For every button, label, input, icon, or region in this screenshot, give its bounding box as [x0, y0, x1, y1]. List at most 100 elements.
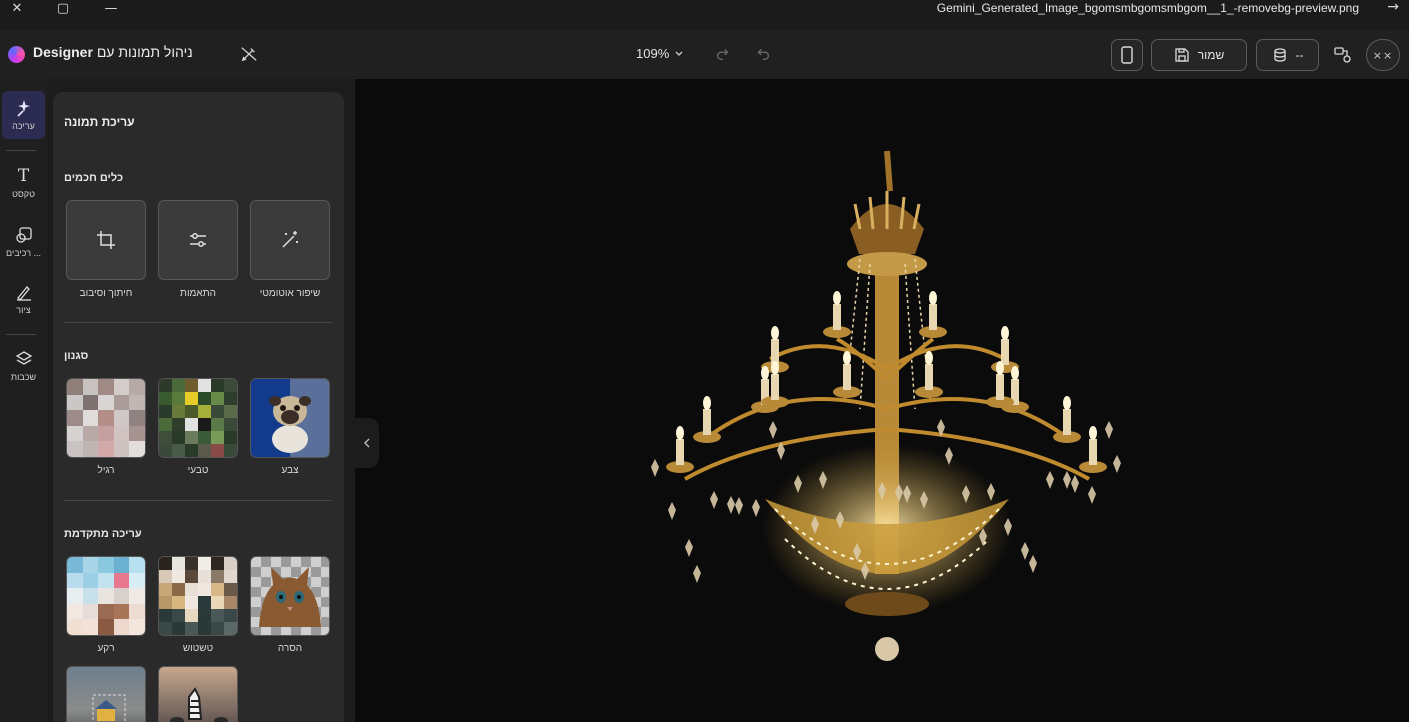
- auto-enhance-button[interactable]: [250, 200, 330, 280]
- filter-label: צבע: [281, 465, 299, 476]
- coins-icon: [1273, 48, 1286, 62]
- effect-label: הסרה: [277, 643, 303, 654]
- crystal-drop: [1071, 475, 1079, 493]
- device-preview-button[interactable]: [1111, 39, 1143, 71]
- elements-icon: [15, 227, 32, 243]
- undo-icon[interactable]: [754, 45, 772, 63]
- candle: [833, 304, 841, 330]
- maximize-icon[interactable]: ▢: [46, 0, 80, 16]
- candle-flame: [703, 396, 711, 410]
- candle: [843, 364, 851, 390]
- title-bar: ✕ ▢ — Gemini_Generated_Image_bgomsmbgoms…: [0, 0, 1409, 30]
- sparkle-wand-icon: [16, 100, 30, 117]
- minimize-icon[interactable]: —: [94, 0, 128, 16]
- candle: [771, 374, 779, 400]
- arrow-right-icon[interactable]: →: [1387, 0, 1399, 14]
- filter-thumbnail[interactable]: [66, 378, 146, 458]
- crystal-drop: [651, 459, 659, 477]
- section-title-filters: סגנון: [64, 350, 89, 362]
- rail-item-text[interactable]: T טקסט: [2, 159, 45, 207]
- chandelier-image: [651, 150, 1121, 661]
- magic-wand-icon: [282, 231, 298, 248]
- rail-item-label: שכבות: [10, 372, 37, 382]
- app-header: Designer ניהול תמונות עם 109% שמור -- ××: [0, 30, 1409, 79]
- crystal-drop: [668, 502, 676, 520]
- filter-thumbnail[interactable]: [250, 378, 330, 458]
- effect-preview-blur: [158, 556, 238, 636]
- candle-flame: [843, 351, 851, 365]
- close-icon[interactable]: ✕: [0, 0, 34, 16]
- rail-divider: [6, 150, 36, 151]
- phone-icon: [1121, 46, 1133, 64]
- crystal-drop: [752, 499, 760, 517]
- panel-title: עריכת תמונה: [64, 115, 135, 129]
- effect-thumbnail[interactable]: [158, 666, 238, 722]
- layout-icon[interactable]: [1333, 45, 1353, 65]
- credits-label: --: [1295, 48, 1304, 62]
- crop-icon: [97, 231, 115, 249]
- brand-bold: Designer: [33, 44, 93, 60]
- candle: [1089, 439, 1097, 465]
- rail-item-layers[interactable]: שכבות: [2, 342, 45, 390]
- candle-flame: [676, 426, 684, 440]
- rail-item-elements[interactable]: רכיבים ...: [2, 218, 45, 266]
- crystal-drop: [727, 496, 735, 514]
- effect-thumbnail[interactable]: [66, 556, 146, 636]
- rail-item-edit[interactable]: עריכה: [2, 91, 45, 139]
- filter-preview-normal: [66, 378, 146, 458]
- effect-label: רקע: [97, 643, 115, 654]
- brush-off-icon[interactable]: [240, 45, 258, 63]
- close-panel-button[interactable]: ××: [1366, 39, 1400, 71]
- crop-rotate-button[interactable]: [66, 200, 146, 280]
- tool-label: שיפור אוטומטי: [259, 288, 321, 299]
- candle-flame: [1011, 366, 1019, 380]
- credits-button[interactable]: --: [1256, 39, 1319, 71]
- designer-logo-icon: [8, 46, 25, 63]
- candle: [676, 439, 684, 465]
- draw-icon: [16, 286, 31, 301]
- candle-flame: [996, 361, 1004, 375]
- save-button[interactable]: שמור: [1151, 39, 1247, 71]
- crystal-drop: [1046, 471, 1054, 489]
- crystal-drop: [1105, 421, 1113, 439]
- candle-flame: [1063, 396, 1071, 410]
- sliders-icon: [190, 233, 206, 247]
- candle: [996, 374, 1004, 400]
- pug-image: [269, 396, 311, 453]
- crystal-drop: [1029, 555, 1037, 573]
- rail-item-draw[interactable]: ציור: [2, 275, 45, 323]
- filter-label: רגיל: [97, 465, 115, 476]
- candle-flame: [761, 366, 769, 380]
- app-brand: Designer ניהול תמונות עם: [33, 44, 193, 60]
- tool-label: התאמות: [180, 288, 216, 299]
- candle-flame: [1001, 326, 1009, 340]
- cat-image: [259, 567, 321, 627]
- filter-preview-natural: [158, 378, 238, 458]
- candle: [703, 409, 711, 435]
- effect-thumbnail[interactable]: [66, 666, 146, 722]
- filter-thumbnail[interactable]: [158, 378, 238, 458]
- image-canvas[interactable]: [355, 79, 1409, 722]
- rail-item-label: עריכה: [12, 121, 35, 131]
- left-rail: עריכה T טקסט רכיבים ... ציור שכבות: [0, 79, 47, 722]
- redo-icon[interactable]: [714, 45, 732, 63]
- tool-label: חיתוך וסיבוב: [79, 288, 133, 299]
- rail-divider: [6, 334, 36, 335]
- crystal-drop: [1113, 455, 1121, 473]
- zebra-image: [170, 687, 228, 722]
- section-title-effects: עריכה מתקדמת: [64, 528, 142, 540]
- rail-item-label: טקסט: [12, 188, 35, 199]
- section-divider: [64, 322, 332, 323]
- crystal-drop: [1063, 471, 1071, 489]
- chevron-down-icon: [675, 51, 683, 56]
- crystal-drop: [1021, 542, 1029, 560]
- crystal-drop: [1088, 486, 1096, 504]
- collapse-panel-button[interactable]: [355, 418, 379, 468]
- house-image: [92, 694, 126, 722]
- effect-thumbnail[interactable]: [158, 556, 238, 636]
- adjustments-button[interactable]: [158, 200, 238, 280]
- chevron-left-icon: [364, 438, 370, 448]
- crystal-drop: [693, 565, 701, 583]
- effect-thumbnail[interactable]: [250, 556, 330, 636]
- zoom-dropdown[interactable]: 109%: [636, 46, 684, 61]
